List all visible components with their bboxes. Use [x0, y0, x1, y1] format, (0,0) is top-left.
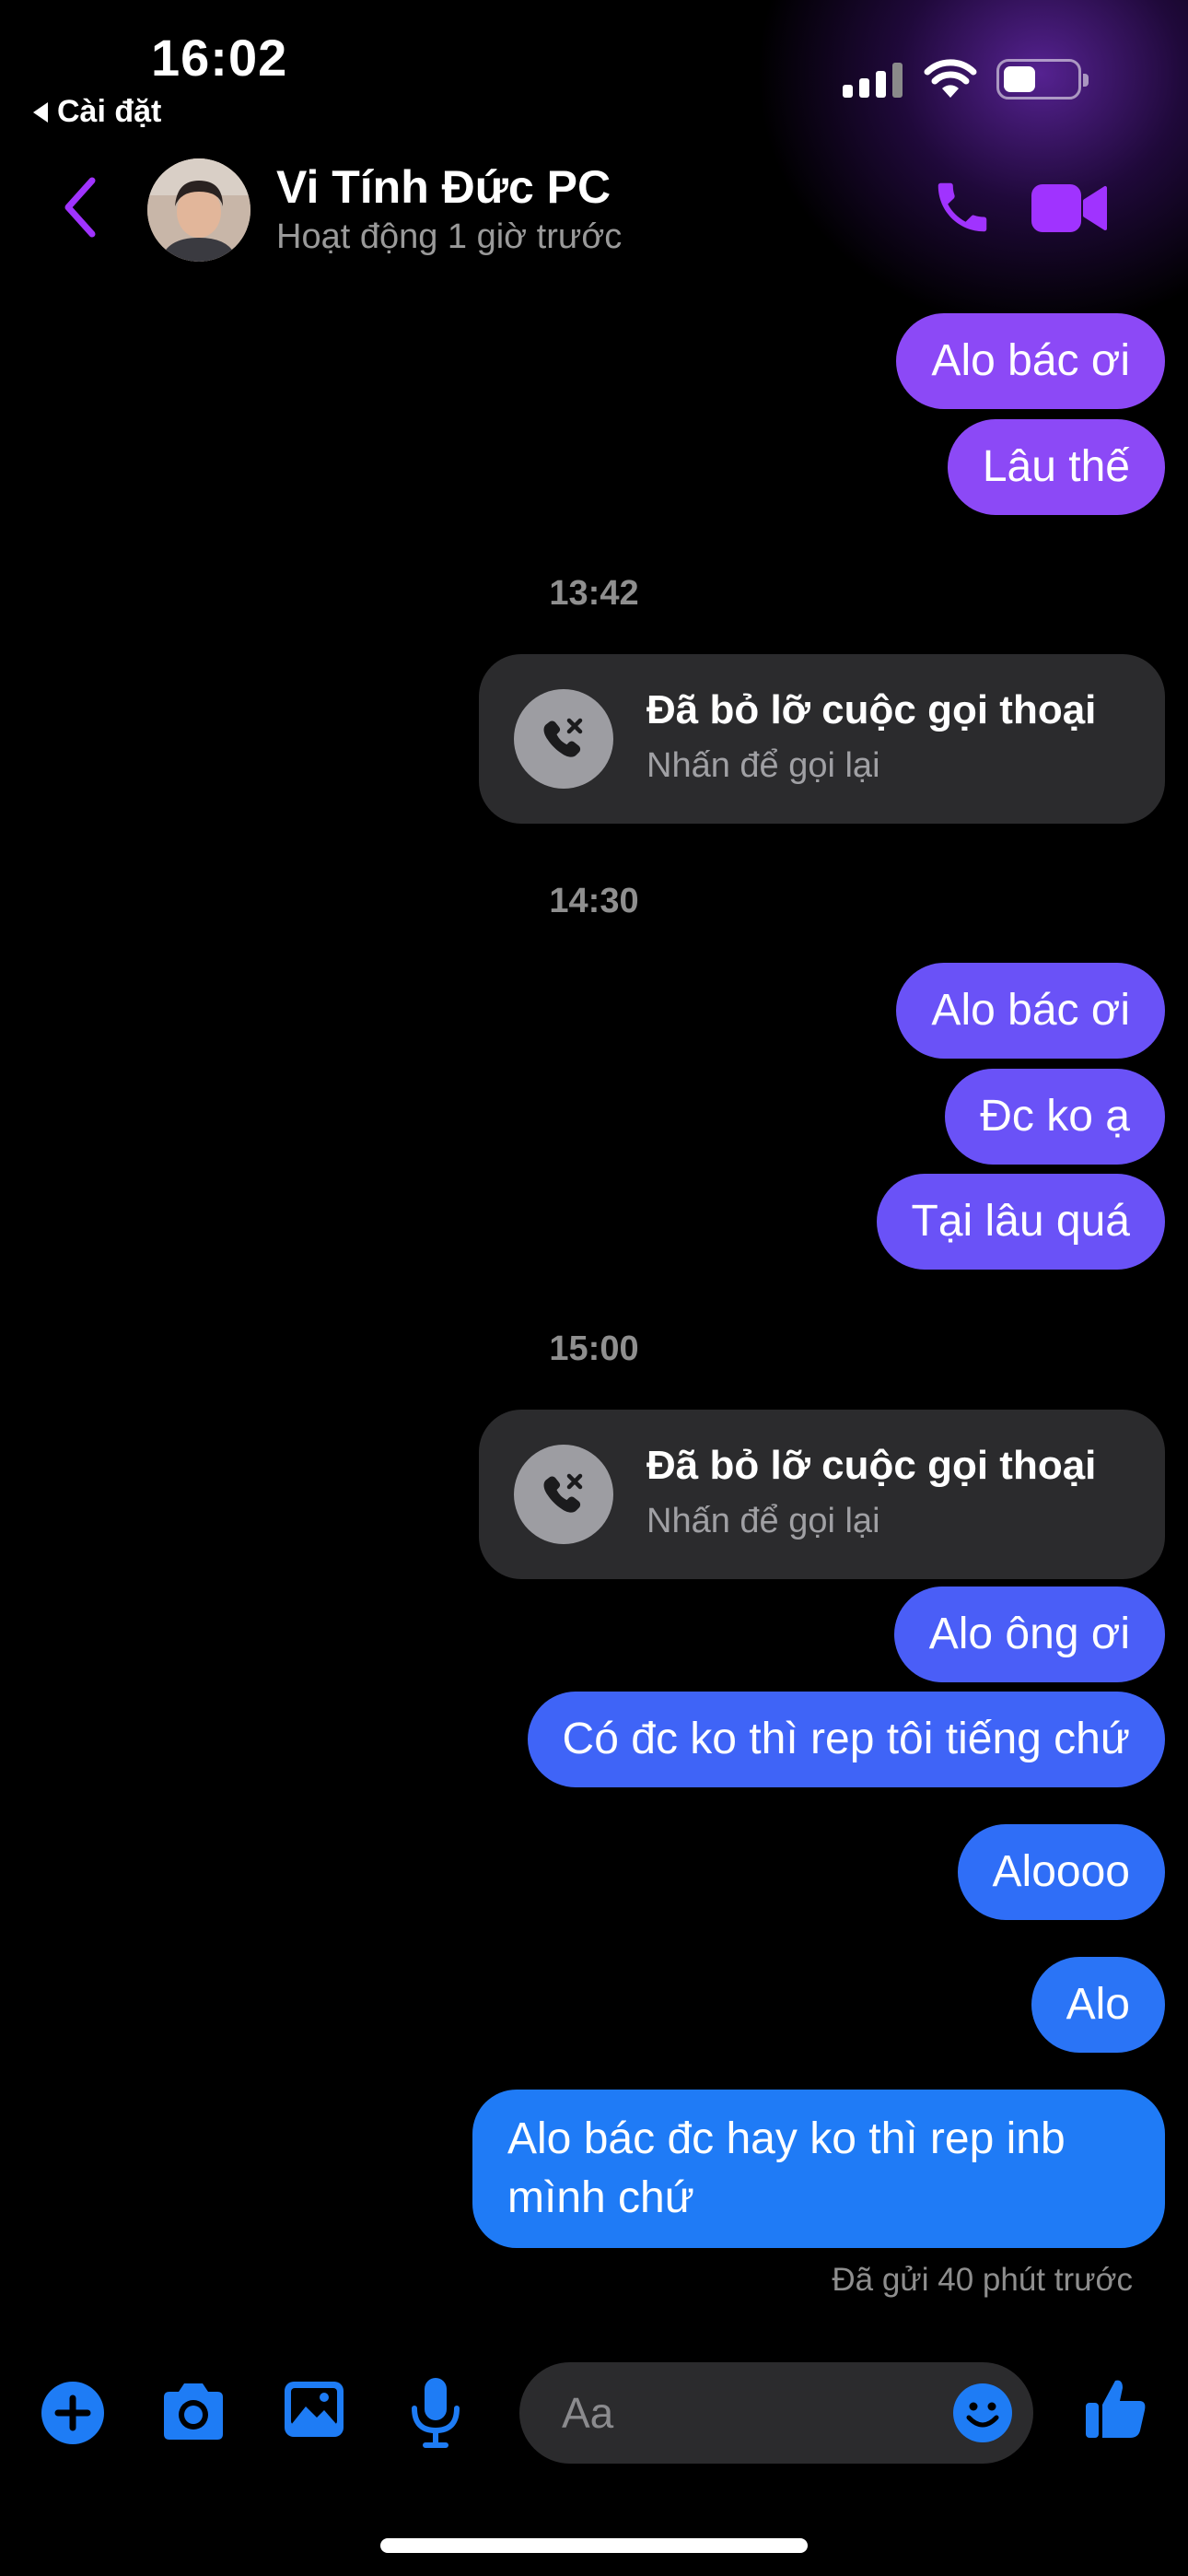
message-timestamp: 15:00	[549, 1329, 639, 1368]
messenger-chat-screen: 16:02 Cài đặt Vi Tính Đức PC Hoạt động 1…	[0, 0, 1188, 2576]
message-bubble-outgoing[interactable]: Alo	[1031, 1957, 1165, 2053]
home-indicator[interactable]	[380, 2538, 808, 2553]
thumbs-up-icon[interactable]	[1082, 2375, 1148, 2441]
emoji-icon[interactable]	[952, 2383, 1013, 2443]
message-bubble-outgoing[interactable]: Aloooo	[957, 1824, 1165, 1920]
missed-call-card[interactable]: Đã bỏ lỡ cuộc gọi thoại Nhấn để gọi lại	[479, 1410, 1165, 1579]
wifi-icon	[924, 59, 977, 98]
message-input[interactable]: Aa	[519, 2362, 1033, 2464]
back-triangle-icon	[33, 101, 48, 123]
cellular-signal-icon	[843, 61, 903, 98]
back-app-label: Cài đặt	[57, 94, 162, 129]
contact-avatar[interactable]	[147, 158, 250, 262]
missed-call-title: Đã bỏ lỡ cuộc gọi thoại	[646, 1443, 1097, 1488]
back-to-settings-link[interactable]: Cài đặt	[33, 94, 161, 130]
sent-status: Đã gửi 40 phút trước	[832, 2262, 1133, 2298]
message-timestamp: 14:30	[549, 882, 639, 920]
missed-call-subtitle: Nhấn để gọi lại	[646, 746, 880, 785]
chevron-left-icon[interactable]	[57, 175, 103, 240]
camera-icon[interactable]	[158, 2379, 228, 2443]
message-bubble-outgoing[interactable]: Alo bác đc hay ko thì rep inb mình chứ	[472, 2090, 1165, 2248]
missed-call-icon	[514, 689, 613, 789]
message-input-placeholder: Aa	[562, 2389, 614, 2437]
phone-icon[interactable]	[930, 175, 995, 240]
message-bubble-outgoing[interactable]: Tại lâu quá	[876, 1174, 1165, 1270]
message-bubble-outgoing[interactable]: Lâu thế	[947, 419, 1165, 515]
message-bubble-outgoing[interactable]: Đc ko ạ	[945, 1069, 1165, 1165]
message-bubble-outgoing[interactable]: Alo bác ơi	[896, 313, 1165, 409]
message-timestamp: 13:42	[549, 574, 639, 613]
missed-call-icon	[514, 1445, 613, 1544]
image-icon[interactable]	[282, 2379, 346, 2440]
microphone-icon[interactable]	[409, 2375, 462, 2449]
battery-icon	[996, 59, 1089, 100]
contact-name[interactable]: Vi Tính Đức PC	[276, 160, 611, 214]
missed-call-title: Đã bỏ lỡ cuộc gọi thoại	[646, 687, 1097, 732]
message-bubble-outgoing[interactable]: Có đc ko thì rep tôi tiếng chứ	[527, 1692, 1165, 1787]
contact-active-status: Hoạt động 1 giờ trước	[276, 217, 623, 256]
plus-icon[interactable]	[41, 2381, 105, 2445]
missed-call-card[interactable]: Đã bỏ lỡ cuộc gọi thoại Nhấn để gọi lại	[479, 654, 1165, 824]
message-bubble-outgoing[interactable]: Alo bác ơi	[896, 963, 1165, 1059]
message-bubble-outgoing[interactable]: Alo ông ơi	[893, 1587, 1165, 1682]
header-glow	[755, 0, 1188, 332]
status-time: 16:02	[151, 29, 288, 87]
missed-call-subtitle: Nhấn để gọi lại	[646, 1502, 880, 1540]
video-camera-icon[interactable]	[1031, 182, 1107, 234]
